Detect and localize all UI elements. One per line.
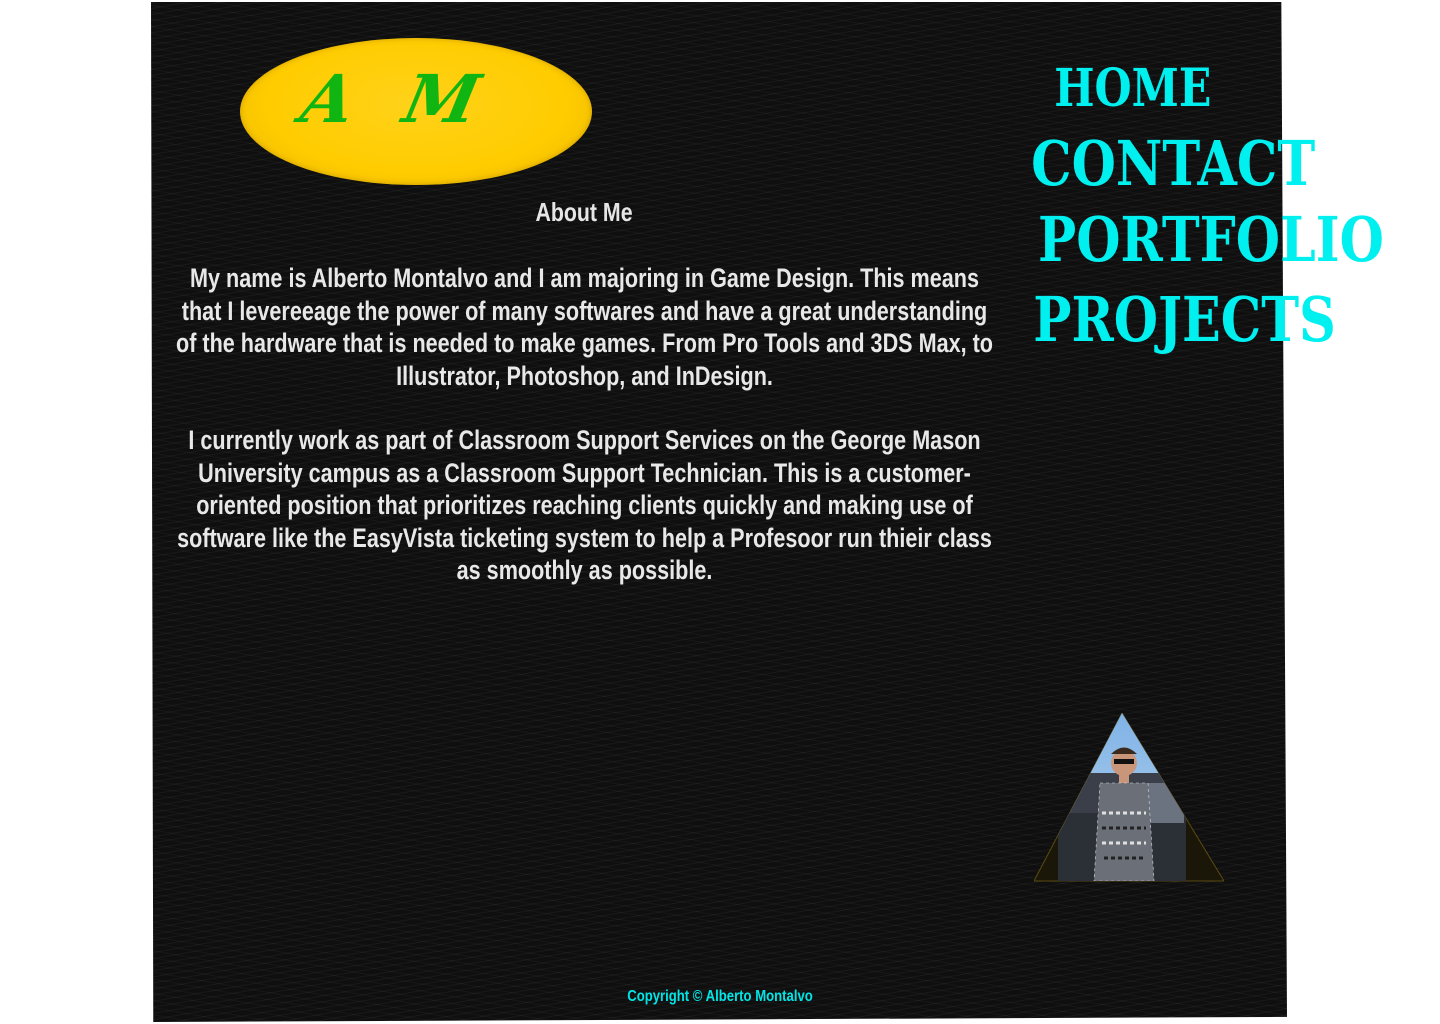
nav-projects-label: PROJECTS (1033, 283, 1336, 356)
nav-home-link[interactable]: HOME (1000, 54, 1265, 124)
about-paragraph-2: I currently work as part of Classroom Su… (174, 424, 994, 587)
about-paragraph-1: My name is Alberto Montalvo and I am maj… (174, 262, 994, 392)
nav-contact-label: CONTACT (1031, 127, 1316, 200)
main-nav: HOME CONTACT PORTFOLIO PROJECTS (1000, 54, 1384, 364)
profile-photo (1034, 713, 1224, 882)
nav-portfolio-label: PORTFOLIO (1037, 203, 1384, 276)
about-paragraph-1-text: My name is Alberto Montalvo and I am maj… (175, 263, 993, 391)
about-heading: About Me (525, 197, 643, 228)
footer-copyright-text: Copyright © Alberto Montalvo (627, 988, 813, 1005)
footer-copyright: Copyright © Alberto Montalvo (607, 988, 833, 1006)
nav-home-label: HOME (1053, 58, 1212, 119)
logo-initials[interactable]: A M (295, 60, 501, 138)
nav-contact-link[interactable]: CONTACT (1000, 124, 1315, 204)
nav-portfolio-link[interactable]: PORTFOLIO (1000, 204, 1384, 276)
about-paragraph-2-text: I currently work as part of Classroom Su… (176, 425, 992, 585)
about-heading-text: About Me (535, 197, 633, 227)
nav-projects-link[interactable]: PROJECTS (1000, 276, 1336, 364)
